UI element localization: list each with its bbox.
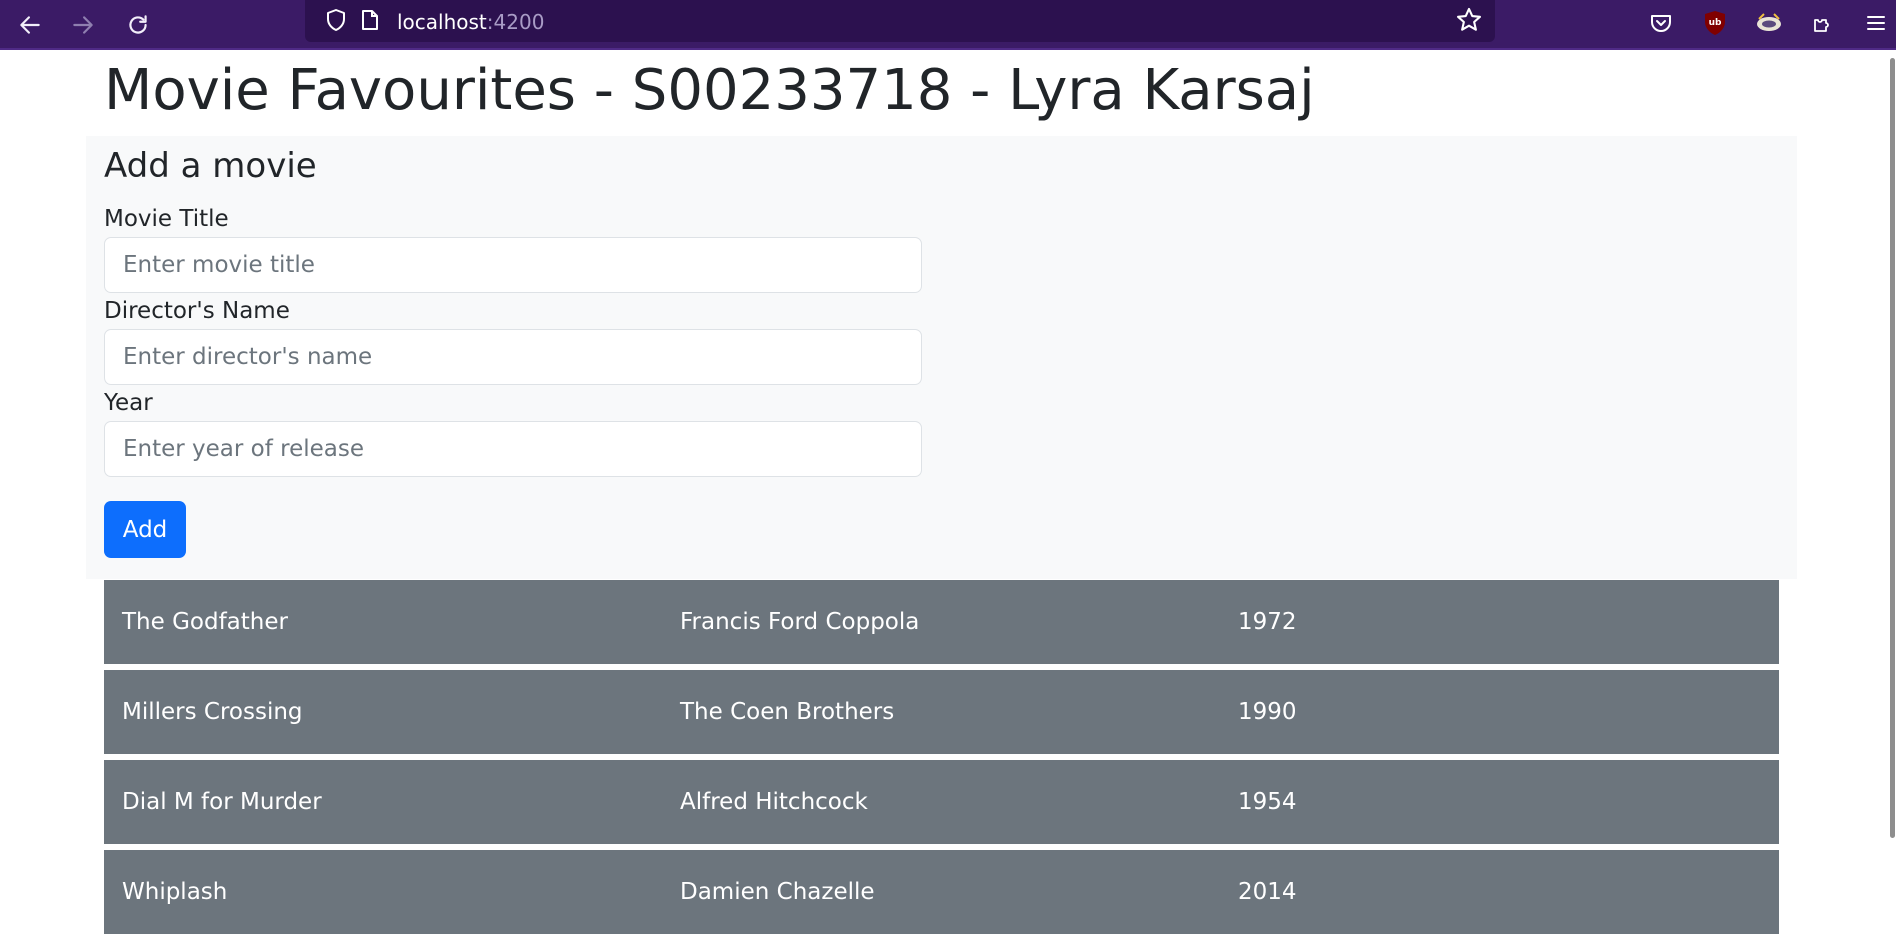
director-name-input[interactable] (104, 329, 922, 385)
movie-title: Dial M for Murder (122, 789, 322, 815)
pocket-icon[interactable] (1645, 7, 1677, 39)
movie-row: Millers Crossing The Coen Brothers 1990 (104, 670, 1779, 754)
add-movie-form: Add a movie Movie Title Director's Name … (86, 136, 1797, 579)
menu-icon[interactable] (1860, 7, 1892, 39)
movie-year: 1954 (1238, 789, 1297, 815)
movie-title-label: Movie Title (104, 206, 229, 232)
movie-director: Alfred Hitchcock (680, 789, 868, 815)
page-title: Movie Favourites - S00233718 - Lyra Kars… (104, 58, 1315, 123)
movie-row: The Godfather Francis Ford Coppola 1972 (104, 580, 1779, 664)
movie-year: 1990 (1238, 699, 1297, 725)
url-host: localhost (397, 10, 487, 34)
movie-title-input[interactable] (104, 237, 922, 293)
reload-icon[interactable] (121, 8, 155, 42)
puzzle-icon[interactable] (1807, 7, 1839, 39)
add-button[interactable]: Add (104, 501, 186, 558)
url-text[interactable]: localhost:4200 (397, 10, 544, 34)
director-name-label: Director's Name (104, 298, 290, 324)
movie-director: Francis Ford Coppola (680, 609, 920, 635)
year-label: Year (104, 390, 153, 416)
ublock-icon[interactable]: ub (1699, 7, 1731, 39)
movie-director: The Coen Brothers (680, 699, 895, 725)
movie-title: Whiplash (122, 879, 228, 905)
movie-row: Whiplash Damien Chazelle 2014 (104, 850, 1779, 934)
back-arrow-icon[interactable] (13, 8, 47, 42)
star-icon[interactable] (1455, 6, 1483, 34)
year-input[interactable] (104, 421, 922, 477)
movie-title: Millers Crossing (122, 699, 303, 725)
form-heading: Add a movie (104, 146, 317, 186)
forward-arrow-icon[interactable] (66, 8, 100, 42)
shield-icon[interactable] (325, 8, 347, 32)
browser-toolbar: localhost:4200 ub (0, 0, 1896, 50)
page-icon[interactable] (361, 9, 379, 31)
movie-year: 2014 (1238, 879, 1297, 905)
movie-row: Dial M for Murder Alfred Hitchcock 1954 (104, 760, 1779, 844)
extension-icon[interactable] (1753, 7, 1785, 39)
movie-title: The Godfather (122, 609, 288, 635)
scrollbar-thumb[interactable] (1890, 58, 1895, 838)
movie-director: Damien Chazelle (680, 879, 875, 905)
movie-year: 1972 (1238, 609, 1297, 635)
url-port: :4200 (486, 10, 545, 34)
url-bar[interactable]: localhost:4200 (305, 0, 1495, 42)
svg-text:ub: ub (1709, 18, 1722, 28)
